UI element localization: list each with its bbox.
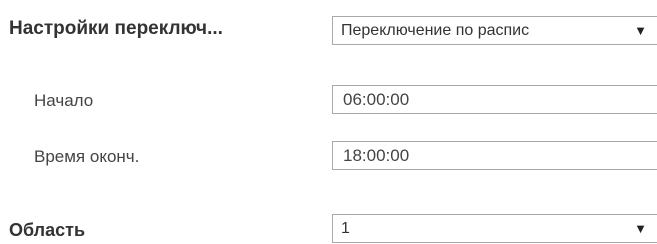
dropdown-arrow-icon[interactable]: ▼ [634, 215, 647, 242]
dropdown-arrow-icon[interactable]: ▼ [634, 17, 647, 44]
switch-mode-selected-value: Переключение по распис [341, 22, 530, 39]
end-time-row: Время оконч. 18:00:00 [0, 140, 657, 174]
start-time-row: Начало 06:00:00 [0, 84, 657, 118]
area-selected-value: 1 [341, 220, 350, 237]
area-label: Область [9, 220, 86, 240]
switch-mode-select[interactable]: Переключение по распис ▼ [332, 16, 657, 45]
area-row: Область 1 ▼ [0, 212, 657, 244]
start-time-input[interactable]: 06:00:00 [332, 85, 657, 114]
end-time-input[interactable]: 18:00:00 [332, 141, 657, 170]
area-select[interactable]: 1 ▼ [332, 214, 657, 243]
switch-settings-label: Настройки переключ... [9, 18, 223, 39]
end-time-label: Время оконч. [34, 147, 140, 166]
switch-settings-row: Настройки переключ... Переключение по ра… [0, 14, 657, 48]
start-time-label: Начало [34, 91, 94, 110]
